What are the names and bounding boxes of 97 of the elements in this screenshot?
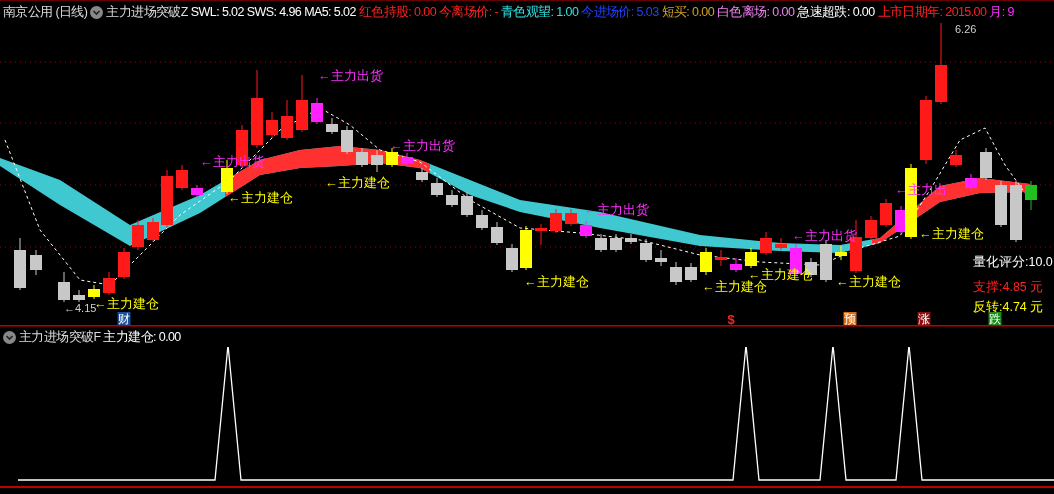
candlestick [311, 97, 323, 125]
candlestick [995, 180, 1007, 228]
candlestick [535, 223, 547, 246]
candlestick [670, 261, 682, 286]
stock-title: 南京公用 (日线) [3, 3, 88, 21]
candlestick [176, 164, 188, 191]
indicator-value: 上市日期年: 2015.00 [877, 3, 987, 21]
candlestick [118, 247, 130, 280]
candlestick [980, 147, 992, 181]
indicator-value: 月: 9 [989, 3, 1014, 21]
candlestick [88, 284, 100, 300]
candlestick [236, 124, 248, 169]
signal-label: ←主力建仓 [919, 227, 984, 241]
summary-text: 支撑:4.85 元 [973, 280, 1044, 294]
signal-label: ←主力建仓 [702, 280, 767, 294]
signal-label: ←主力建仓 [836, 275, 901, 289]
candlestick [296, 74, 308, 133]
dropdown-icon[interactable] [3, 330, 16, 344]
candlestick [715, 249, 727, 267]
indicator-value: MA5: 5.02 [304, 5, 356, 19]
candlestick [147, 217, 159, 243]
signal-label: ←主力出货 [390, 139, 455, 153]
indicator-name: 主力进场突破F [19, 328, 101, 346]
signal-label: ←主力出货 [792, 229, 857, 243]
candlestick [580, 220, 592, 239]
signal-badge: 财 [117, 312, 131, 325]
candlestick [14, 237, 26, 291]
candlestick [920, 95, 932, 165]
candlestick [58, 271, 70, 303]
candlestick [266, 111, 278, 139]
candlestick [640, 238, 652, 263]
indicator-value: SWS: 4.96 [246, 5, 302, 19]
candlestick [431, 177, 443, 198]
signal-badge: 跌 [988, 312, 1002, 325]
candlestick [775, 237, 787, 251]
candlestick [730, 257, 742, 273]
candlestick [281, 99, 293, 141]
signal-mark: $ [727, 312, 735, 326]
candlestick [655, 249, 667, 267]
indicator-value: SWL: 5.02 [190, 5, 244, 19]
candlestick [401, 152, 413, 167]
indicator-value: 青色观望: 1.00 [500, 3, 579, 21]
signal-label: ←主力出货 [318, 69, 383, 83]
indicator-value: 红色持股: 0.00 [358, 3, 437, 21]
candlestick [595, 233, 607, 253]
candlestick [520, 225, 532, 271]
candlestick [461, 191, 473, 218]
candlestick [446, 189, 458, 208]
candlestick [132, 219, 144, 251]
candlestick [506, 243, 518, 273]
candlestick [161, 169, 173, 229]
indicator-name: 主力进场突破Z [106, 3, 188, 21]
candlestick [760, 231, 772, 256]
candlestick [935, 59, 947, 105]
signal-label: ←主力建仓 [524, 275, 589, 289]
candlestick [565, 208, 577, 227]
candlestick [191, 184, 203, 199]
candlestick [30, 249, 42, 276]
signal-badge: 预 [843, 312, 857, 325]
candlestick [685, 262, 697, 283]
indicator-value: 今离场价: - [439, 3, 498, 21]
indicator-value: 今进场价: 5.03 [581, 3, 659, 21]
indicator-value: 急速超跌: 0.00 [797, 3, 875, 21]
dropdown-icon[interactable] [90, 5, 104, 19]
signal-badge: 涨 [917, 312, 931, 325]
candlestick [865, 215, 877, 241]
summary-text: 反转:4.74 元 [973, 300, 1044, 314]
candlestick [491, 221, 503, 246]
candlestick [103, 271, 115, 296]
signal-label: ←主力建仓 [325, 176, 390, 190]
candlestick [476, 209, 488, 231]
indicator-value: 主力建仓: 0.00 [103, 328, 181, 346]
candlestick [386, 147, 398, 168]
candlestick [625, 233, 637, 245]
price-label: 6.26 [955, 23, 977, 35]
candlestick [965, 173, 977, 191]
candlestick [745, 247, 757, 269]
candlestick [326, 117, 338, 135]
price-label: ←4.15 [64, 302, 97, 314]
candlestick [341, 125, 353, 155]
candlestick [610, 233, 622, 253]
candlestick [416, 167, 428, 183]
indicator-value: 白色离场: 0.00 [717, 3, 795, 21]
wick-line [940, 23, 942, 61]
candlestick [371, 149, 383, 173]
candlestick [700, 247, 712, 276]
candlestick [1010, 180, 1022, 243]
candlestick [550, 208, 562, 234]
candlestick [73, 289, 85, 303]
candlestick [950, 149, 962, 168]
candlestick [835, 245, 847, 261]
summary-text: 量化评分:10.0 [973, 255, 1053, 269]
candlestick [356, 147, 368, 168]
signal-label: ←主力建仓 [228, 191, 293, 205]
candlestick [1025, 180, 1037, 211]
indicator-value: 短买: 0.00 [661, 3, 714, 21]
candlestick [880, 198, 892, 228]
